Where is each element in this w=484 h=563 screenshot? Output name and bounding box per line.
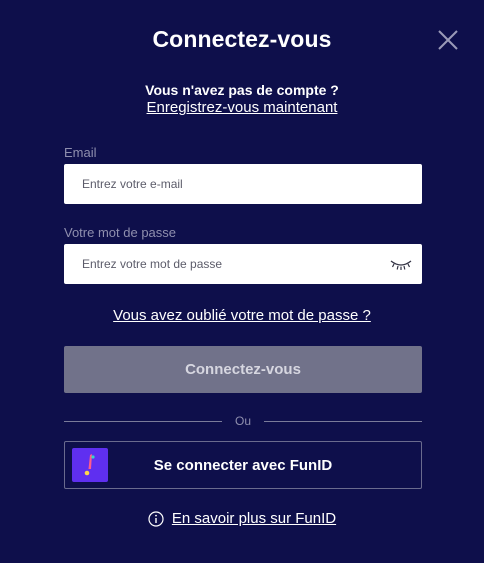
- divider-line-right: [264, 421, 422, 422]
- funid-learn-more-link[interactable]: En savoir plus sur FunID: [172, 510, 336, 527]
- password-label: Votre mot de passe: [64, 225, 177, 240]
- info-icon: [148, 510, 164, 527]
- email-field[interactable]: Entrez votre e-mail: [64, 164, 422, 204]
- email-placeholder: Entrez votre e-mail: [82, 177, 183, 191]
- no-account-text: Vous n'avez pas de compte ?: [145, 82, 339, 98]
- register-link[interactable]: Enregistrez-vous maintenant: [0, 99, 484, 116]
- forgot-password-link[interactable]: Vous avez oublié votre mot de passe ?: [0, 307, 484, 324]
- close-icon[interactable]: [438, 30, 458, 50]
- funid-login-button[interactable]: Se connecter avec FunID: [64, 441, 422, 489]
- password-placeholder: Entrez votre mot de passe: [82, 257, 223, 271]
- email-label: Email: [64, 145, 97, 160]
- funid-learn-more: En savoir plus sur FunID: [0, 510, 484, 527]
- or-divider: Ou: [64, 414, 422, 430]
- funid-button-label: Se connecter avec FunID: [153, 456, 333, 474]
- password-field[interactable]: Entrez votre mot de passe: [64, 244, 422, 284]
- login-button[interactable]: Connectez-vous: [64, 346, 422, 393]
- eye-closed-icon[interactable]: [390, 259, 412, 271]
- login-modal: Connectez-vous Vous n'avez pas de compte…: [0, 0, 484, 563]
- modal-title: Connectez-vous: [152, 26, 332, 52]
